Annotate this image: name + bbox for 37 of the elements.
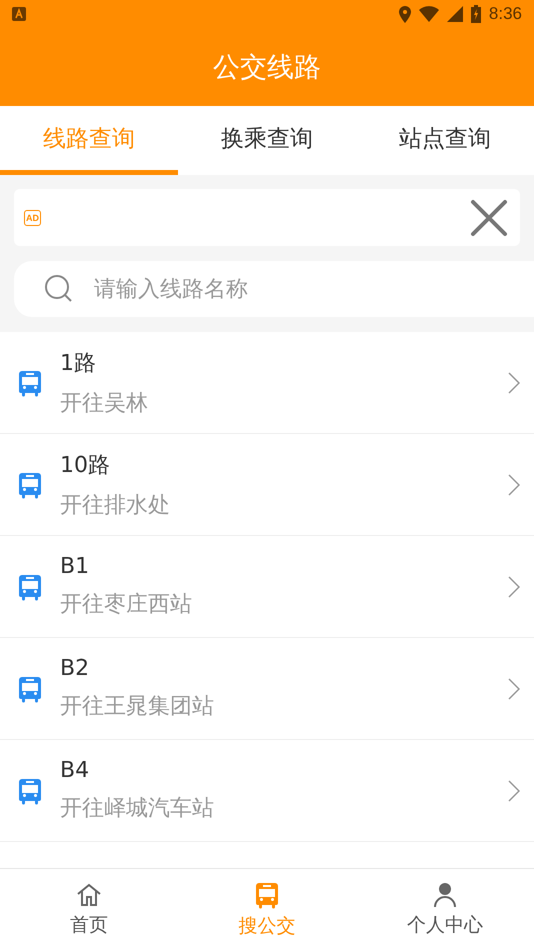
wifi-icon <box>418 6 439 22</box>
route-direction: 开往排水处 <box>60 492 171 520</box>
person-icon <box>433 882 457 908</box>
bus-icon <box>18 572 42 600</box>
chevron-icon <box>508 372 520 394</box>
location-icon <box>398 6 411 22</box>
route-direction: 开往峄城汽车站 <box>60 795 215 823</box>
ad-badge: AD <box>24 210 41 226</box>
bus-icon <box>18 470 42 498</box>
close-button[interactable] <box>470 198 508 236</box>
chevron-icon <box>508 474 520 496</box>
status-time: 8:36 <box>488 4 522 24</box>
bus-icon <box>18 674 42 702</box>
route-item[interactable]: B2 开往王晁集团站 <box>0 638 534 740</box>
route-name: B1 <box>60 554 90 579</box>
chevron-icon <box>508 780 520 802</box>
chevron-icon <box>508 678 520 700</box>
page-title: 公交线路 <box>213 51 321 85</box>
home-icon <box>75 882 103 908</box>
route-direction: 开往王晁集团站 <box>60 693 215 721</box>
signal-icon <box>446 6 463 22</box>
bus-icon <box>255 880 279 908</box>
battery-icon <box>470 5 481 23</box>
bus-icon <box>18 776 42 804</box>
bus-icon <box>18 368 42 396</box>
route-item[interactable]: B1 开往枣庄西站 <box>0 536 534 638</box>
route-direction: 开往枣庄西站 <box>60 591 193 619</box>
route-name: 1路 <box>60 350 97 378</box>
route-name: B2 <box>60 656 90 681</box>
chevron-icon <box>508 576 520 598</box>
route-name: B4 <box>60 758 90 783</box>
route-name: 10路 <box>60 452 111 480</box>
app-icon <box>12 7 26 21</box>
route-direction: 开往吴林 <box>60 390 149 418</box>
search-field[interactable]: 请输入线路名称 <box>14 261 534 317</box>
route-item[interactable]: 1路 开往吴林 <box>0 332 534 434</box>
route-item[interactable]: 10路 开往排水处 <box>0 434 534 536</box>
